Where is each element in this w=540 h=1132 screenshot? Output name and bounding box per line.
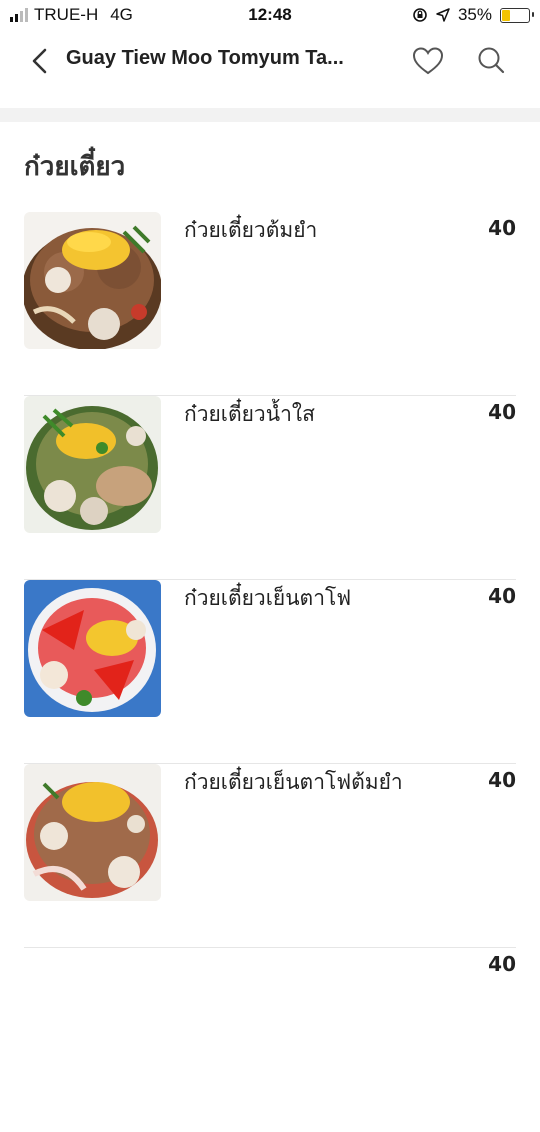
menu-item[interactable]: ก๋วยเตี๋ยวน้ำใส 40 xyxy=(24,396,516,580)
location-icon xyxy=(436,8,450,22)
lock-rotation-icon xyxy=(413,8,427,22)
back-icon[interactable] xyxy=(28,45,52,77)
menu-item-photo xyxy=(24,764,161,901)
menu-item[interactable]: ก๋วยเตี๋ยวเย็นตาโฟ 40 xyxy=(24,580,516,764)
battery-percent: 35% xyxy=(457,5,492,24)
status-bar: TRUE-H 4G 12:48 35% xyxy=(0,0,540,30)
header: Guay Tiew Moo Tomyum Ta... xyxy=(0,30,540,108)
menu-item-price: 40 xyxy=(488,768,516,792)
section-title: ก๋วยเตี๋ยว xyxy=(24,152,126,182)
menu-item-price: 40 xyxy=(488,952,516,976)
menu-item[interactable]: ก๋วยเตี๋ยวเย็นตาโฟต้มยำ 40 xyxy=(24,764,516,948)
menu-item-name: ก๋วยเตี๋ยวน้ำใส xyxy=(184,402,315,426)
heart-icon[interactable] xyxy=(412,46,444,76)
menu-item[interactable]: ก๋วยเตี๋ยวต้มยำ 40 xyxy=(24,212,516,396)
battery-fill xyxy=(502,9,511,21)
menu-item-price: 40 xyxy=(488,400,516,424)
menu-item-name: ก๋วยเตี๋ยวเย็นตาโฟ xyxy=(184,586,352,610)
menu-item-name: ก๋วยเตี๋ยวต้มยำ xyxy=(184,218,318,242)
section-separator xyxy=(0,108,540,122)
battery-icon xyxy=(500,7,534,23)
status-right: 35% xyxy=(412,5,534,25)
menu-item[interactable]: 40 xyxy=(24,948,516,1132)
menu-item-photo xyxy=(24,212,161,349)
menu-item-price: 40 xyxy=(488,584,516,608)
menu-item-name: ก๋วยเตี๋ยวเย็นตาโฟต้มยำ xyxy=(184,770,403,794)
search-icon[interactable] xyxy=(476,45,506,75)
page-title: Guay Tiew Moo Tomyum Ta... xyxy=(66,47,344,69)
menu-item-photo xyxy=(24,580,161,717)
menu-item-photo xyxy=(24,396,161,533)
menu-item-price: 40 xyxy=(488,216,516,240)
